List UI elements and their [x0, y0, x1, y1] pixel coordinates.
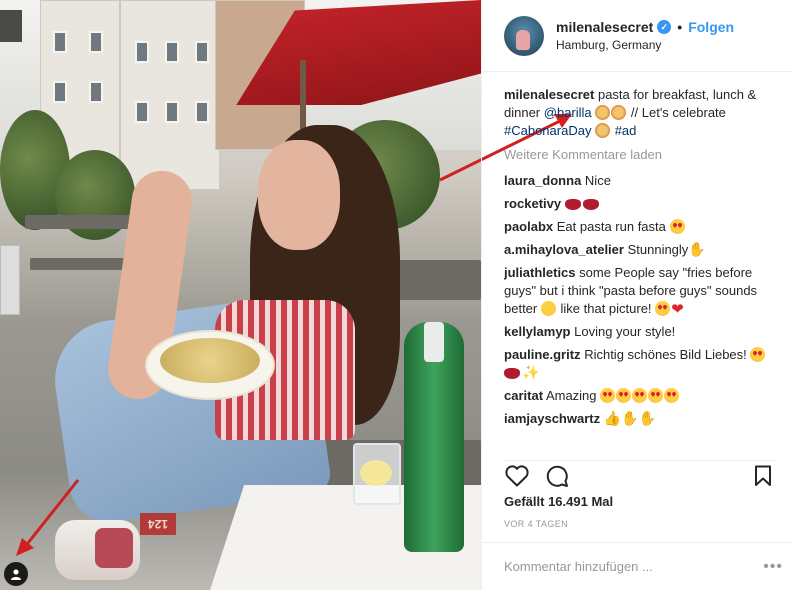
heart-eyes-emoji-icon — [750, 347, 766, 362]
photo-face — [258, 140, 340, 250]
photo-building — [120, 0, 220, 190]
comment: caritat Amazing — [504, 387, 779, 405]
heart-emoji-icon: ❤ — [671, 300, 684, 318]
pasta-emoji-icon — [611, 105, 627, 120]
comment-text: Richtig schönes Bild Liebes! — [584, 347, 747, 362]
comment: paolabx Eat pasta run fasta — [504, 218, 779, 236]
post-sidebar: milenalesecret ✓ • Folgen Hamburg, Germa… — [481, 0, 792, 590]
header-info: milenalesecret ✓ • Folgen Hamburg, Germa… — [556, 19, 734, 52]
photo-lemon — [360, 460, 392, 486]
heart-eyes-emoji-icon — [664, 388, 680, 403]
photo-shoe-accent — [95, 528, 133, 568]
user-tag-icon — [11, 569, 21, 580]
load-more-comments-button[interactable]: Weitere Kommentare laden — [504, 146, 779, 164]
comment-username[interactable]: paolabx — [504, 219, 553, 234]
save-button[interactable] — [750, 463, 776, 489]
post-timestamp[interactable]: VOR 4 TAGEN — [504, 519, 568, 529]
comment-input[interactable] — [504, 559, 764, 574]
photo-bottle-cap — [424, 322, 444, 362]
hashtag-link[interactable]: #ad — [615, 123, 637, 138]
action-bar — [504, 460, 776, 488]
heart-eyes-emoji-icon — [600, 388, 616, 403]
heart-eyes-emoji-icon — [648, 388, 664, 403]
lips-emoji-icon — [582, 199, 599, 210]
comment-username[interactable]: iamjayschwartz — [504, 411, 600, 426]
pasta-emoji-icon — [595, 123, 611, 138]
follow-button[interactable]: Folgen — [688, 19, 734, 35]
comment: laura_donna Nice — [504, 172, 779, 190]
comment-username[interactable]: kellylamyp — [504, 324, 571, 339]
comment: pauline.gritz Richtig schönes Bild Liebe… — [504, 346, 779, 382]
author-username[interactable]: milenalesecret — [556, 19, 653, 35]
ok-hand-emoji-icon: ✋ — [688, 242, 706, 258]
ok-hand-emoji-icon: ✋✋ — [621, 411, 657, 427]
comment-username[interactable]: juliathletics — [504, 265, 576, 280]
post-photo[interactable]: 124 — [0, 0, 481, 590]
caption: milenalesecret pasta for breakfast, lunc… — [504, 86, 779, 140]
comment-text: Amazing — [545, 388, 597, 403]
instagram-post: 124 milenalesecret ✓ • Folgen Hamburg, G… — [0, 0, 792, 590]
photo-lamp — [0, 10, 22, 42]
heart-eyes-emoji-icon — [669, 219, 685, 234]
sparkles-emoji-icon: ✨ — [522, 365, 540, 381]
caption-text-2: // Let's celebrate — [630, 105, 726, 120]
comment-username[interactable]: rocketivy — [504, 196, 561, 211]
thumbs-up-emoji-icon: 👍 — [603, 411, 622, 427]
comment: rocketivy — [504, 195, 779, 213]
heart-eyes-emoji-icon — [655, 301, 671, 316]
comment-icon — [546, 465, 568, 487]
comment-text-2: like that picture! — [560, 301, 652, 316]
comment-text: Nice — [584, 173, 611, 188]
comment: juliathletics some People say "fries bef… — [504, 264, 779, 318]
comment: iamjayschwartz 👍✋✋ — [504, 410, 779, 428]
header-name-row: milenalesecret ✓ • Folgen — [556, 19, 734, 35]
comment-username[interactable]: laura_donna — [504, 173, 581, 188]
comments-list: milenalesecret pasta for breakfast, lunc… — [504, 86, 779, 448]
pasta-emoji-icon — [595, 105, 611, 120]
lips-emoji-icon — [504, 368, 520, 379]
more-options-button[interactable]: ••• — [763, 558, 783, 576]
mention-link[interactable]: @barilla — [544, 105, 592, 120]
bookmark-icon — [755, 465, 771, 486]
comment-text: Eat pasta run fasta — [556, 219, 666, 234]
add-comment-bar: ••• — [482, 542, 792, 590]
action-buttons — [504, 463, 776, 489]
photo-bin — [0, 245, 20, 315]
comment: a.mihaylova_atelier Stunningly✋ — [504, 241, 779, 259]
comment-username[interactable]: a.mihaylova_atelier — [504, 242, 624, 257]
heart-eyes-emoji-icon — [632, 388, 648, 403]
location-link[interactable]: Hamburg, Germany — [556, 38, 734, 52]
comment-username[interactable]: pauline.gritz — [504, 347, 581, 362]
photo-table-sign: 124 — [140, 513, 176, 535]
like-button[interactable] — [504, 463, 530, 489]
comment-button[interactable] — [544, 463, 570, 489]
heart-eyes-emoji-icon — [616, 388, 632, 403]
photo-pasta — [160, 338, 260, 383]
caption-username[interactable]: milenalesecret — [504, 87, 594, 102]
likes-count[interactable]: Gefällt 16.491 Mal — [504, 494, 613, 509]
comment-username[interactable]: caritat — [504, 388, 543, 403]
heart-icon — [505, 465, 529, 487]
avatar[interactable] — [504, 15, 544, 56]
comment-text: Loving your style! — [574, 324, 676, 339]
comment: kellylamyp Loving your style! — [504, 323, 779, 341]
post-header: milenalesecret ✓ • Folgen Hamburg, Germa… — [482, 0, 792, 72]
comment-text: Stunningly — [627, 242, 689, 257]
verified-badge-icon: ✓ — [657, 20, 672, 34]
separator-dot: • — [677, 19, 683, 35]
lips-emoji-icon — [564, 199, 581, 210]
sweat-smile-emoji-icon — [540, 301, 556, 316]
user-tag-button[interactable] — [4, 562, 28, 586]
hashtag-link[interactable]: #CabonaraDay — [504, 123, 591, 138]
